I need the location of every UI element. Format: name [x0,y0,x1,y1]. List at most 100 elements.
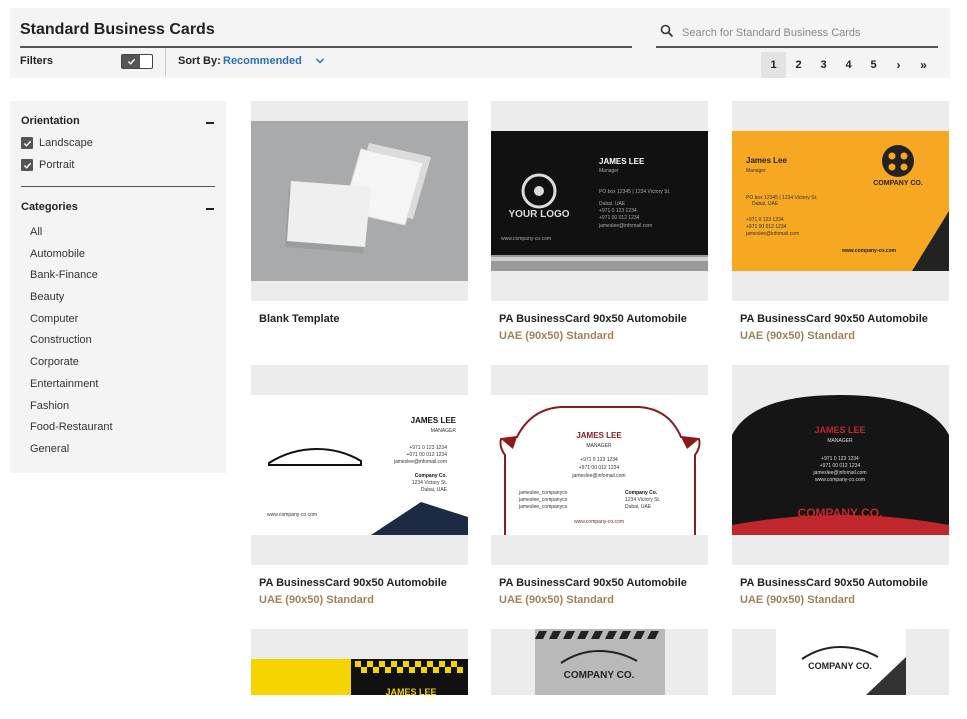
checkbox-checked-icon[interactable] [21,137,33,149]
category-corporate[interactable]: Corporate [30,355,113,377]
template-card[interactable]: YOUR LOGO JAMES LEE Manager PO box 12345… [491,101,708,342]
category-computer[interactable]: Computer [30,312,113,334]
filters-label: Filters [20,55,54,67]
category-bank-finance[interactable]: Bank-Finance [30,268,113,290]
template-card[interactable]: JAMES LEE [251,629,468,695]
svg-text:jameslee@infomail.com: jameslee@infomail.com [812,470,866,476]
template-thumbnail[interactable] [251,101,468,301]
search-input[interactable] [682,22,932,44]
category-all[interactable]: All [30,225,113,247]
template-name: PA BusinessCard 90x50 Automobile [740,313,928,325]
check-icon [122,55,140,68]
svg-text:JAMES LEE: JAMES LEE [599,157,645,166]
template-thumbnail[interactable]: YOUR LOGO JAMES LEE Manager PO box 12345… [491,101,708,301]
template-size: UAE (90x50) Standard [499,330,614,342]
template-name: PA BusinessCard 90x50 Automobile [259,577,447,589]
card-mockup-image [251,121,468,281]
svg-text:Manager: Manager [746,168,766,174]
template-size: UAE (90x50) Standard [259,594,374,606]
page-4-button[interactable]: 4 [836,52,861,78]
filters-toggle[interactable] [121,54,153,69]
svg-text:jameslee_companyco: jameslee_companyco [518,504,568,510]
svg-text:+971 00 012 1234: +971 00 012 1234 [746,224,787,230]
sort-dropdown[interactable]: Recommended [223,55,302,67]
orientation-landscape[interactable]: Landscape [21,137,93,149]
template-name: PA BusinessCard 90x50 Automobile [499,313,687,325]
card-preview: COMPANY CO. [776,629,906,695]
page-5-button[interactable]: 5 [861,52,886,78]
template-thumbnail[interactable]: JAMES LEE MANAGER +971 0 123 1234 +071 0… [251,365,468,565]
template-thumbnail[interactable]: COMPANY CO. James Lee Manager PO box 123… [732,101,949,301]
filter-sidebar: Orientation Landscape Portrait Categorie… [10,101,226,473]
svg-text:COMPANY CO.: COMPANY CO. [808,661,872,671]
svg-text:MANAGER: MANAGER [431,428,457,434]
checkbox-checked-icon[interactable] [21,159,33,171]
svg-text:www.company-co.com: www.company-co.com [501,236,551,242]
template-name: PA BusinessCard 90x50 Automobile [499,577,687,589]
svg-text:jameslee@infomail.com: jameslee@infomail.com [393,459,447,465]
template-card[interactable]: COMPANY CO. James Lee Manager PO box 123… [732,101,949,342]
card-preview: JAMES LEE MANAGER +971 0 123 1234 +071 0… [251,395,468,535]
card-preview: COMPANY CO. James Lee Manager PO box 123… [732,131,949,271]
template-card[interactable]: JAMES LEE MANAGER +971 0 123 1234 +971 0… [491,365,708,606]
svg-text:+971 0 123 1234: +971 0 123 1234 [746,217,784,223]
orientation-portrait[interactable]: Portrait [21,159,74,171]
next-page-button[interactable]: › [886,52,911,78]
svg-text:www.company-co.com: www.company-co.com [841,248,897,254]
page-3-button[interactable]: 3 [811,52,836,78]
category-entertainment[interactable]: Entertainment [30,377,113,399]
category-list: All Automobile Bank-Finance Beauty Compu… [30,225,113,464]
page-1-button[interactable]: 1 [761,52,786,78]
card-preview: JAMES LEE [251,659,468,695]
card-preview: JAMES LEE MANAGER +971 0 123 1234 +971 0… [491,395,708,535]
svg-text:jameslee_companyco: jameslee_companyco [518,490,568,496]
template-card[interactable]: JAMES LEE MANAGER +971 0 123 1234 +071 0… [251,365,468,606]
template-thumbnail[interactable]: COMPANY CO. [491,629,708,695]
chevron-down-icon[interactable] [315,56,325,66]
svg-text:Dubai, UAE: Dubai, UAE [421,487,448,493]
page-2-button[interactable]: 2 [786,52,811,78]
last-page-button[interactable]: » [911,52,936,78]
svg-text:jameslee@infomail.com: jameslee@infomail.com [745,231,799,237]
svg-text:JAMES LEE: JAMES LEE [385,687,436,695]
template-card[interactable]: JAMES LEE MANAGER +971 0 123 1234 +971 0… [732,365,949,606]
title-underline [20,46,632,48]
search-box[interactable] [656,20,938,48]
template-card[interactable]: COMPANY CO. [491,629,708,695]
svg-text:1234 Victory St.: 1234 Victory St. [625,497,660,503]
category-fashion[interactable]: Fashion [30,399,113,421]
page-title: Standard Business Cards [20,21,215,38]
template-thumbnail[interactable]: JAMES LEE MANAGER +971 0 123 1234 +971 0… [491,365,708,565]
template-name: Blank Template [259,313,340,325]
svg-text:Manager: Manager [599,168,619,174]
svg-text:+971 00 012 1234: +971 00 012 1234 [599,215,640,221]
category-beauty[interactable]: Beauty [30,290,113,312]
card-preview: COMPANY CO. [535,629,665,695]
template-size: UAE (90x50) Standard [499,594,614,606]
collapse-icon[interactable] [206,122,214,124]
template-thumbnail[interactable]: JAMES LEE MANAGER +971 0 123 1234 +971 0… [732,365,949,565]
svg-text:jameslee_companyco: jameslee_companyco [518,497,568,503]
svg-text:+971 00 012 1234: +971 00 012 1234 [820,463,861,469]
template-card[interactable]: Blank Template [251,101,468,325]
svg-text:+071 00 012 1234: +071 00 012 1234 [407,452,448,458]
svg-text:JAMES LEE: JAMES LEE [411,416,457,425]
template-thumbnail[interactable]: COMPANY CO. [732,629,949,695]
svg-text:+971 0 123 1234: +971 0 123 1234 [409,445,447,451]
svg-text:COMPANY CO.: COMPANY CO. [564,670,635,681]
search-icon [660,24,674,38]
svg-text:1234 Victory St.: 1234 Victory St. [412,480,447,486]
orientation-label: Landscape [39,137,93,149]
template-card[interactable]: COMPANY CO. [732,629,949,695]
category-construction[interactable]: Construction [30,333,113,355]
svg-text:Dubai, UAE: Dubai, UAE [625,504,652,510]
template-thumbnail[interactable]: JAMES LEE [251,629,468,695]
svg-text:COMPANY CO.: COMPANY CO. [798,506,883,520]
category-automobile[interactable]: Automobile [30,247,113,269]
category-food-restaurant[interactable]: Food-Restaurant [30,420,113,442]
collapse-icon[interactable] [206,208,214,210]
svg-text:jameslee@infomail.com: jameslee@infomail.com [571,473,625,479]
svg-text:+971 0 123 1234: +971 0 123 1234 [599,208,637,214]
pagination: 1 2 3 4 5 › » [761,52,936,78]
category-general[interactable]: General [30,442,113,464]
